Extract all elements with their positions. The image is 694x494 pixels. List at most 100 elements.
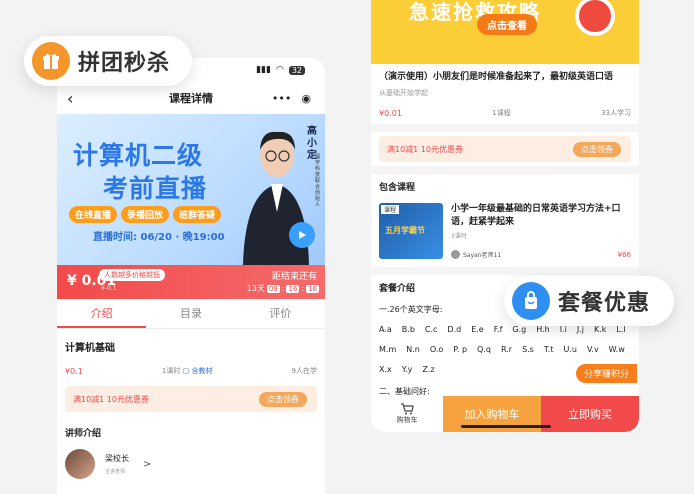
- divider: [371, 124, 639, 132]
- included-course-lessons: 3课时: [451, 233, 467, 240]
- price-badge: 人数越多价格越低: [99, 269, 165, 281]
- letter-item: A.a: [379, 325, 392, 334]
- banner-title-1: 计算机二级: [73, 141, 204, 170]
- course-lessons: 1课时: [161, 367, 181, 375]
- wifi-icon: ◠: [275, 65, 284, 75]
- coupon-text: 满10减1 10元优惠券: [73, 394, 149, 404]
- banner-tag: 录播回放: [121, 206, 170, 223]
- teacher-row[interactable]: 梁校长 主讲老师 >: [57, 449, 325, 479]
- live-time: 直播时间: 06/20 · 晚19:00: [93, 232, 225, 243]
- shopping-bag-icon: [512, 282, 550, 320]
- nav-bar: ‹ 课程详情 ••• ◉: [57, 82, 325, 114]
- package-meta: ¥0.01 1课程 33人学习: [371, 102, 639, 124]
- view-button[interactable]: 点击查看: [477, 14, 537, 35]
- alarm-clock-icon: [575, 0, 615, 36]
- letter-item: C.c: [424, 325, 438, 334]
- package-deal-pill: 套餐优惠: [504, 276, 674, 326]
- course-learners: 9人在学: [291, 367, 317, 375]
- package-deal-label: 套餐优惠: [558, 291, 651, 316]
- tab-intro[interactable]: 介绍: [57, 299, 147, 328]
- package-price: ¥0.01: [379, 108, 402, 118]
- letter-item: M.m: [379, 345, 397, 354]
- letter-item: S.s: [522, 345, 534, 354]
- back-icon[interactable]: ‹: [67, 89, 73, 108]
- letter-item: Y.y: [401, 365, 413, 374]
- included-course-title: 小学一年级最基础的日常英语学习方法+口语，赶紧学起来: [451, 204, 621, 227]
- group-buy-pill: 拼团秒杀: [24, 36, 192, 86]
- letter-item: B.b: [401, 325, 415, 334]
- letter-item: Q.q: [477, 345, 491, 354]
- course-banner[interactable]: 计算机二级 考前直播 在线直播 录播回放 班群答疑 直播时间: 06/20 · …: [57, 114, 325, 265]
- course-material: 含教材: [191, 367, 213, 375]
- letter-item: E.e: [471, 325, 484, 334]
- chevron-right-icon: >: [143, 458, 152, 470]
- letter-item: D.d: [447, 325, 462, 334]
- more-icon[interactable]: •••: [272, 92, 291, 105]
- included-course-teacher: Sayan老师11: [463, 252, 502, 259]
- coupon-text: 满10减1 10元优惠券: [387, 144, 463, 154]
- banner-tag: 在线直播: [69, 206, 118, 223]
- play-icon[interactable]: [289, 222, 315, 248]
- avatar: [451, 250, 460, 259]
- letter-item: O.o: [429, 345, 444, 354]
- cart-label: 购物车: [396, 416, 418, 424]
- package-learners: 33人学习: [601, 109, 631, 117]
- letter-item: P. p: [453, 345, 468, 354]
- letter-item: F.f: [493, 325, 503, 334]
- letter-item: N.n: [406, 345, 420, 354]
- group-price-band: ¥ 0.01 人数越多价格越低 ¥-0.1 距结束还有 13天 09: 16: …: [57, 265, 325, 299]
- coupon-row: 满10减1 10元优惠券 点击领券: [379, 136, 631, 162]
- cart-button[interactable]: 购物车: [371, 396, 443, 432]
- original-price: ¥-0.1: [101, 285, 117, 292]
- banner-tag: 班群答疑: [173, 206, 222, 223]
- material-icon: ▢: [182, 367, 190, 375]
- thumbnail-text: 五月学霸节: [385, 226, 425, 235]
- share-points-button[interactable]: 分享赚积分: [576, 364, 638, 383]
- divider: [371, 166, 639, 174]
- included-course-price: ¥66: [617, 251, 631, 259]
- divider: [371, 267, 639, 275]
- course-meta: ¥0.1 1课时 ▢ 含教材 9人在学: [57, 360, 325, 382]
- course-tag: 课程: [381, 205, 400, 214]
- countdown-hours: 09: [266, 284, 280, 293]
- buy-now-button[interactable]: 立即购买: [541, 396, 639, 432]
- cart-icon: [401, 403, 414, 415]
- claim-coupon-button[interactable]: 点击领券: [573, 141, 621, 157]
- battery-icon: 32: [288, 65, 305, 75]
- teacher-section-title: 讲师介绍: [65, 429, 102, 439]
- tab-reviews[interactable]: 评价: [236, 299, 325, 328]
- page-title: 课程详情: [169, 92, 213, 105]
- close-circle-icon[interactable]: ◉: [301, 92, 311, 105]
- banner-title-2: 考前直播: [103, 174, 208, 203]
- letter-item: W.w: [608, 345, 625, 354]
- home-indicator: [461, 425, 551, 428]
- course-thumbnail: 课程 五月学霸节: [379, 203, 443, 259]
- letter-item: V.v: [586, 345, 599, 354]
- teacher-title: 福宇科技联合创始人: [315, 154, 321, 208]
- gift-icon: [32, 42, 70, 80]
- coupon-row: 满10减1 10元优惠券 点击领券: [65, 386, 317, 412]
- course-price: ¥0.1: [65, 366, 83, 376]
- package-subtitle: 从基础开始学起: [379, 89, 428, 97]
- group-buy-label: 拼团秒杀: [78, 51, 171, 76]
- countdown-minutes: 16: [286, 284, 300, 293]
- included-course-item[interactable]: 课程 五月学霸节 小学一年级最基础的日常英语学习方法+口语，赶紧学起来 3课时 …: [371, 199, 639, 263]
- bottom-action-bar: 购物车 加入购物车 立即购买: [371, 396, 639, 432]
- letter-item: Z.z: [422, 365, 435, 374]
- tab-catalog[interactable]: 目录: [146, 299, 235, 328]
- letter-item: U.u: [563, 345, 577, 354]
- countdown-days: 13天: [246, 284, 265, 293]
- ends-label: 距结束还有: [271, 272, 317, 282]
- countdown: 13天 09: 16: 16: [246, 284, 319, 293]
- package-detail-screen: 急速抢救攻略 点击查看 （演示使用）小朋友们是时候准备起来了，最初级英语口语 从…: [371, 0, 639, 432]
- promo-banner[interactable]: 急速抢救攻略 点击查看: [371, 0, 639, 64]
- claim-coupon-button[interactable]: 点击领券: [259, 391, 307, 407]
- course-title: 计算机基础: [65, 343, 115, 354]
- countdown-seconds: 16: [306, 284, 319, 293]
- teacher-subtitle: 主讲老师: [105, 469, 126, 475]
- avatar: [65, 449, 95, 479]
- letter-item: T.t: [543, 345, 554, 354]
- package-title: （演示使用）小朋友们是时候准备起来了，最初级英语口语: [379, 72, 614, 82]
- letter-item: X.x: [379, 365, 392, 374]
- letter-item: R.r: [500, 345, 513, 354]
